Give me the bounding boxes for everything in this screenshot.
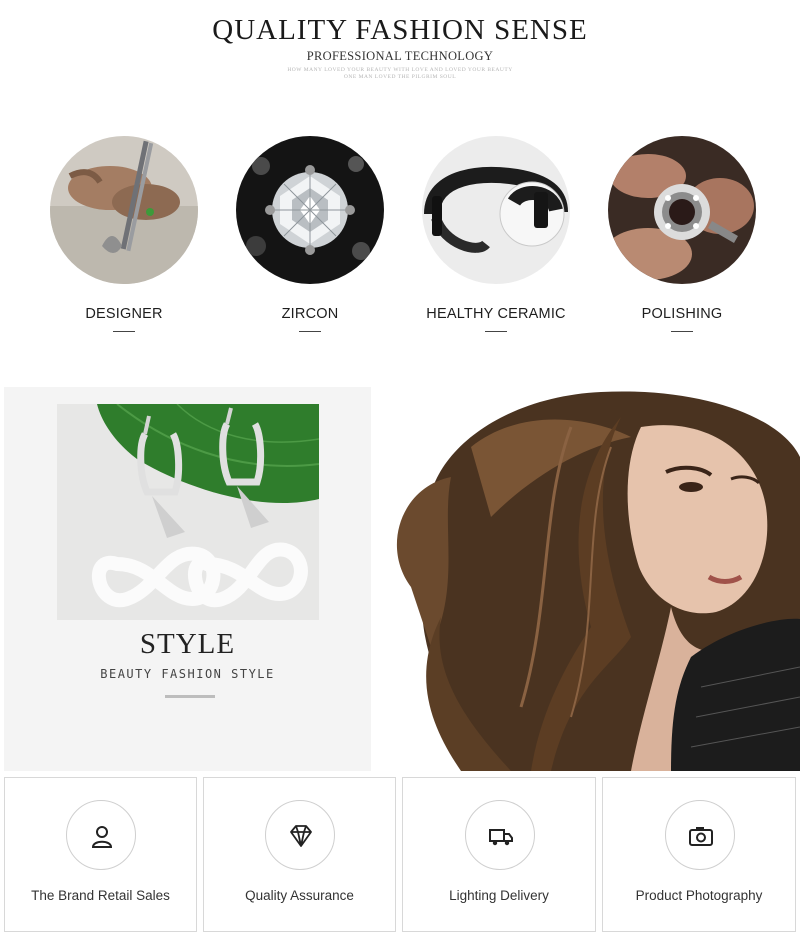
page-header: QUALITY FASHION SENSE PROFESSIONAL TECHN… (0, 0, 800, 110)
feature-polishing: POLISHING (602, 136, 762, 332)
polishing-image (608, 136, 756, 284)
service-retail: The Brand Retail Sales (4, 777, 197, 932)
feature-label: POLISHING (641, 306, 723, 322)
feature-divider (671, 331, 693, 332)
style-subtitle: BEAUTY FASHION STYLE (100, 667, 275, 681)
designer-image (50, 136, 198, 284)
zircon-image (236, 136, 384, 284)
tagline-line-1: HOW MANY LOVED YOUR BEAUTY WITH LOVE AND… (287, 67, 513, 73)
tagline-line-2: ONE MAN LOVED THE PILGRIM SOUL (343, 74, 457, 80)
service-label: Lighting Delivery (449, 888, 549, 903)
feature-divider (299, 331, 321, 332)
page-subtitle: PROFESSIONAL TECHNOLOGY (306, 49, 494, 63)
feature-label: DESIGNER (85, 306, 163, 322)
earrings-photo (57, 404, 319, 620)
feature-designer: DESIGNER (44, 136, 204, 332)
feature-row: DESIGNER ZIRCON HEALTHY CERAMIC POLISHIN… (0, 130, 800, 360)
page-title: QUALITY FASHION SENSE (212, 14, 588, 46)
model-photo (371, 387, 800, 771)
service-quality: Quality Assurance (203, 777, 396, 932)
style-title: STYLE (139, 628, 236, 660)
service-delivery: Lighting Delivery (402, 777, 596, 932)
camera-icon (665, 800, 735, 870)
user-icon (66, 800, 136, 870)
ceramic-ring-image (422, 136, 570, 284)
feature-divider (113, 331, 135, 332)
feature-ceramic: HEALTHY CERAMIC (416, 136, 576, 332)
diamond-icon (265, 800, 335, 870)
service-row: The Brand Retail Sales Quality Assurance… (0, 777, 800, 933)
feature-divider (485, 331, 507, 332)
feature-label: ZIRCON (281, 306, 339, 322)
service-label: The Brand Retail Sales (31, 888, 170, 903)
feature-zircon: ZIRCON (230, 136, 390, 332)
style-divider (165, 695, 215, 698)
service-label: Quality Assurance (245, 888, 354, 903)
feature-label: HEALTHY CERAMIC (426, 306, 566, 322)
service-photography: Product Photography (602, 777, 796, 932)
service-label: Product Photography (635, 888, 763, 903)
truck-icon (465, 800, 535, 870)
style-panel: STYLE BEAUTY FASHION STYLE (4, 387, 371, 771)
